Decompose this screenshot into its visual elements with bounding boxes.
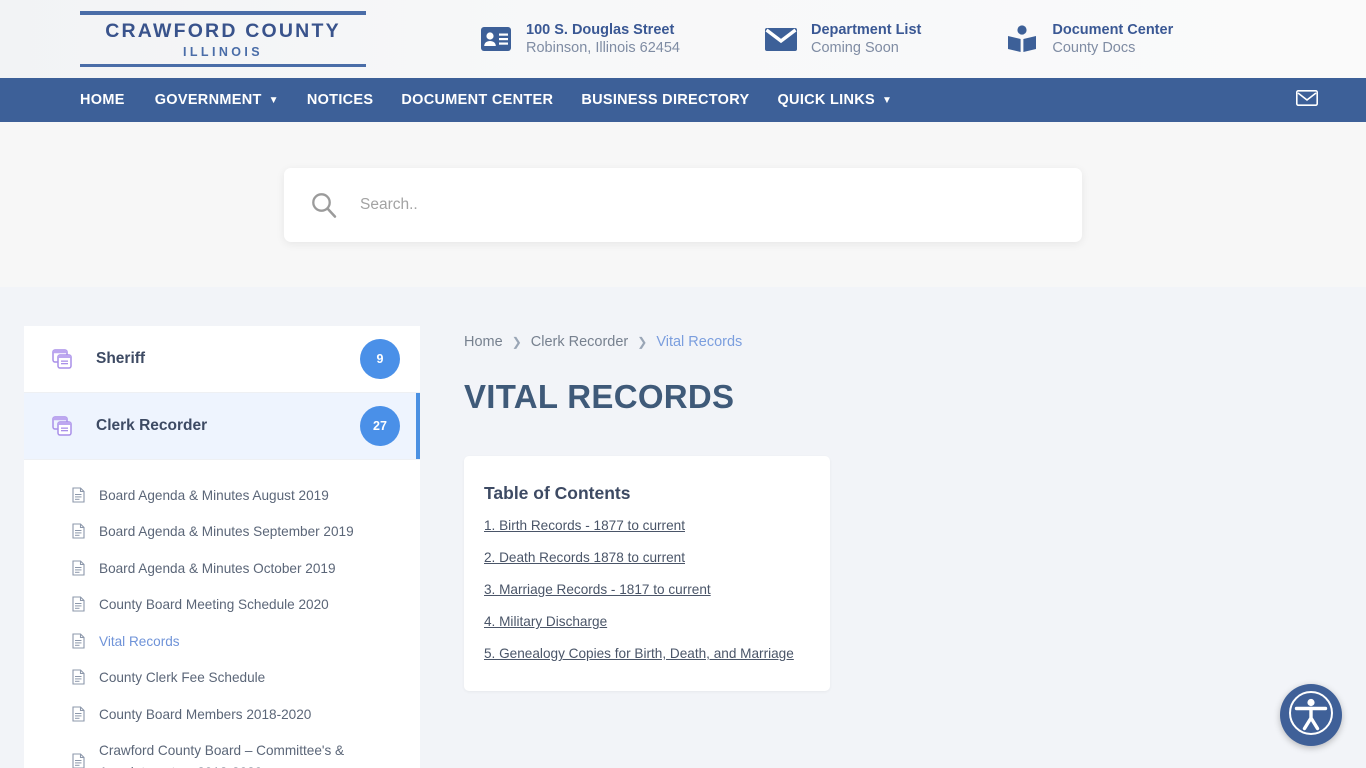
nav-item-document-center-label: DOCUMENT CENTER xyxy=(401,92,554,108)
sidebar-category-sheriff-badge: 9 xyxy=(360,339,400,379)
nav-item-business-directory-label: BUSINESS DIRECTORY xyxy=(581,92,750,108)
list-item-vital-records[interactable]: Vital Records xyxy=(24,624,420,660)
header-department-line1: Department List xyxy=(810,21,922,38)
list-item[interactable]: County Clerk Fee Schedule xyxy=(24,660,420,696)
folder-document-icon xyxy=(52,414,78,438)
list-item-label: Board Agenda & Minutes September 2019 xyxy=(99,524,354,540)
nav-item-quick-links-label: QUICK LINKS xyxy=(777,92,876,108)
nav-item-notices-label: NOTICES xyxy=(306,92,374,108)
nav-item-quick-links[interactable]: QUICK LINKS ▼ xyxy=(777,92,892,108)
page-title: VITAL RECORDS xyxy=(464,378,735,415)
search-icon xyxy=(310,191,338,219)
header-address-line2: Robinson, Illinois 62454 xyxy=(526,40,680,56)
nav-item-government[interactable]: GOVERNMENT ▼ xyxy=(155,92,279,108)
chevron-right-icon: ❯ xyxy=(637,335,648,349)
nav-item-business-directory[interactable]: BUSINESS DIRECTORY xyxy=(581,92,749,108)
toc-link-genealogy-copies[interactable]: 5. Genealogy Copies for Birth, Death, an… xyxy=(484,646,800,661)
list-item-label: Board Agenda & Minutes August 2019 xyxy=(99,488,329,503)
list-item[interactable]: Board Agenda & Minutes August 2019 xyxy=(24,478,420,514)
toc-link-marriage-records[interactable]: 3. Marriage Records - 1817 to current xyxy=(484,582,800,597)
envelope-icon xyxy=(764,23,797,55)
table-of-contents-heading: Table of Contents xyxy=(484,483,631,503)
breadcrumb-item-clerk-recorder[interactable]: Clerk Recorder xyxy=(531,334,629,350)
document-icon xyxy=(72,669,85,685)
list-item-label: Board Agenda & Minutes October 2019 xyxy=(99,560,336,576)
list-item[interactable]: Board Agenda & Minutes October 2019 xyxy=(24,551,420,587)
header-department-line2: Coming Soon xyxy=(810,40,899,56)
list-item-label: Crawford County Board – Committee's & Ap… xyxy=(99,742,345,768)
logo-sub-text: ILLINOIS xyxy=(183,45,263,59)
main-content-area: Sheriff 9 Clerk Recorder 27 Board Agenda… xyxy=(0,287,1366,768)
breadcrumb: Home ❯ Clerk Recorder ❯ Vital Records xyxy=(464,334,1326,350)
list-item-label: Vital Records xyxy=(99,633,180,649)
site-header: CRAWFORD COUNTY ILLINOIS 100 S. Douglas … xyxy=(0,0,1366,78)
search-input[interactable] xyxy=(360,195,1056,214)
accessibility-menu-button[interactable] xyxy=(1280,684,1342,746)
nav-item-home[interactable]: HOME xyxy=(80,92,125,108)
document-icon xyxy=(72,753,85,768)
sidebar-document-list: Board Agenda & Minutes August 2019 Board… xyxy=(24,460,420,768)
header-document-center-item[interactable]: Document Center County Docs xyxy=(1006,21,1173,57)
document-icon xyxy=(72,523,85,539)
header-document-center-text: Document Center County Docs xyxy=(1052,21,1173,57)
document-icon xyxy=(72,560,85,576)
sidebar: Sheriff 9 Clerk Recorder 27 Board Agenda… xyxy=(24,326,420,768)
header-doccenter-line1: Document Center xyxy=(1052,21,1174,38)
folder-document-icon xyxy=(52,347,78,371)
nav-item-home-label: HOME xyxy=(80,92,125,108)
search-box[interactable] xyxy=(284,167,1082,242)
table-of-contents-card: Table of Contents 1. Birth Records - 187… xyxy=(464,456,830,691)
toc-link-death-records[interactable]: 2. Death Records 1878 to current xyxy=(484,550,800,565)
logo-main-text: CRAWFORD COUNTY xyxy=(105,20,341,42)
sidebar-category-sheriff[interactable]: Sheriff 9 xyxy=(24,326,420,393)
document-icon xyxy=(72,633,85,649)
breadcrumb-item-vital-records[interactable]: Vital Records xyxy=(656,334,742,350)
sidebar-category-clerk-recorder-label: Clerk Recorder xyxy=(96,417,208,434)
sidebar-category-clerk-recorder[interactable]: Clerk Recorder 27 xyxy=(24,393,420,460)
site-logo[interactable]: CRAWFORD COUNTY ILLINOIS xyxy=(80,11,380,67)
header-address-text: 100 S. Douglas Street Robinson, Illinois… xyxy=(526,21,680,57)
list-item-label: County Board Meeting Schedule 2020 xyxy=(99,597,329,613)
document-icon xyxy=(72,596,85,612)
nav-item-notices[interactable]: NOTICES xyxy=(307,92,374,108)
header-department-list-item[interactable]: Department List Coming Soon xyxy=(764,21,921,57)
header-department-text: Department List Coming Soon xyxy=(811,21,921,57)
list-item[interactable]: Crawford County Board – Committee's & Ap… xyxy=(24,733,420,768)
document-icon xyxy=(72,705,85,722)
chevron-down-icon: ▼ xyxy=(882,95,893,106)
page-content: Home ❯ Clerk Recorder ❯ Vital Records VI… xyxy=(420,326,1366,768)
toc-link-military-discharge[interactable]: 4. Military Discharge xyxy=(484,614,800,629)
toc-link-birth-records[interactable]: 1. Birth Records - 1877 to current xyxy=(484,518,800,533)
chevron-down-icon: ▼ xyxy=(268,95,279,106)
list-item[interactable]: County Board Meeting Schedule 2020 xyxy=(24,587,420,623)
header-address-item[interactable]: 100 S. Douglas Street Robinson, Illinois… xyxy=(480,21,680,57)
list-item-label: County Board Members 2018-2020 xyxy=(99,706,312,722)
logo-rule-bottom xyxy=(80,64,366,67)
open-book-icon xyxy=(1006,23,1038,55)
envelope-icon xyxy=(1296,89,1318,111)
nav-mail-button[interactable] xyxy=(1296,89,1318,111)
main-navigation: HOME GOVERNMENT ▼ NOTICES DOCUMENT CENTE… xyxy=(0,78,1366,122)
chevron-right-icon: ❯ xyxy=(511,335,522,349)
search-section xyxy=(0,122,1366,287)
sidebar-category-sheriff-label: Sheriff xyxy=(96,350,146,367)
nav-item-government-label: GOVERNMENT xyxy=(154,92,262,108)
header-info-items: 100 S. Douglas Street Robinson, Illinois… xyxy=(380,21,1310,57)
list-item-label: County Clerk Fee Schedule xyxy=(99,670,266,686)
breadcrumb-item-home[interactable]: Home xyxy=(464,334,503,350)
nav-item-document-center[interactable]: DOCUMENT CENTER xyxy=(401,92,553,108)
accessibility-icon xyxy=(1288,690,1334,741)
list-item[interactable]: County Board Members 2018-2020 xyxy=(24,697,420,733)
list-item[interactable]: Board Agenda & Minutes September 2019 xyxy=(24,514,420,550)
sidebar-category-clerk-recorder-badge: 27 xyxy=(360,406,400,446)
header-doccenter-line2: County Docs xyxy=(1052,40,1136,56)
header-address-line1: 100 S. Douglas Street xyxy=(526,21,675,38)
contact-card-icon xyxy=(480,23,512,55)
document-icon xyxy=(72,487,85,503)
